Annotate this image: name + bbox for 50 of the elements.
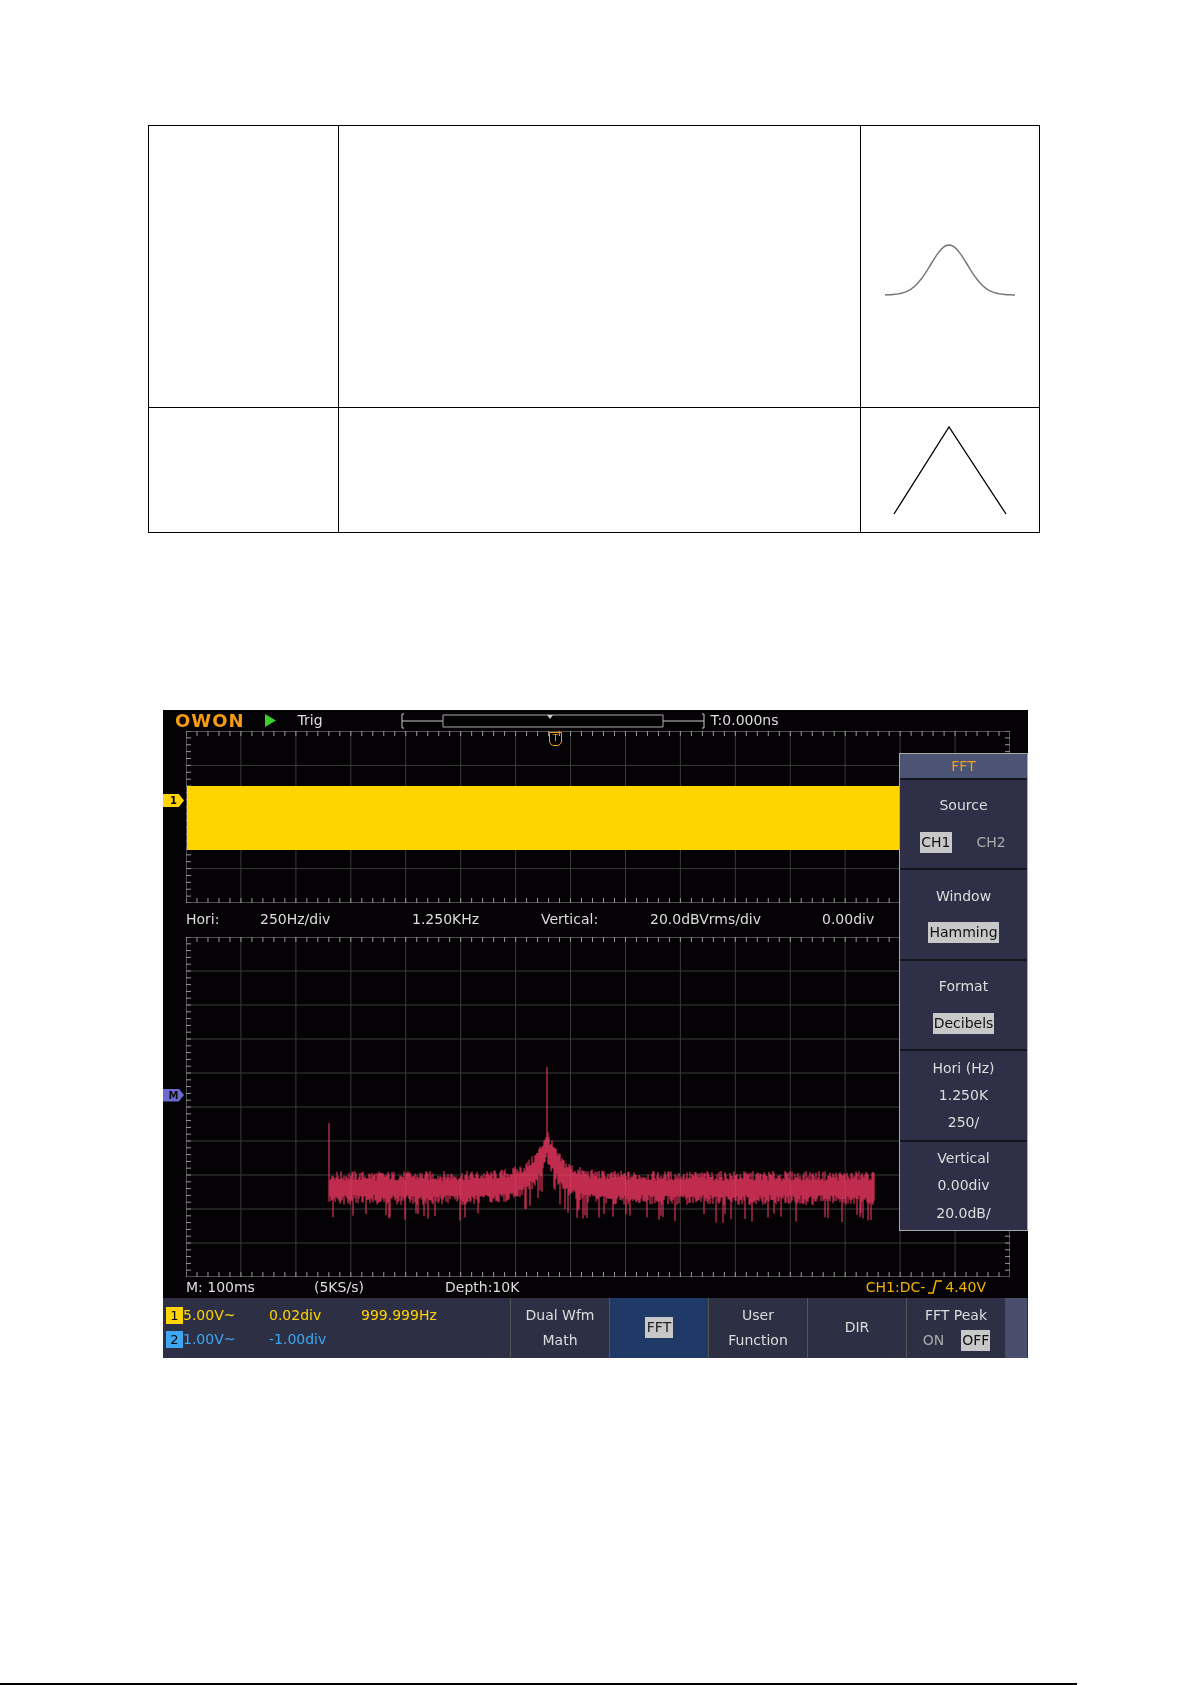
scale-value: 250Hz/div (260, 910, 331, 930)
brand-logo: OWON (175, 711, 245, 730)
trigger-level: 4.40V (945, 1277, 986, 1297)
axis-label: Hori: (186, 910, 220, 930)
menu-item[interactable]: Source CH1 CH2 (900, 778, 1027, 869)
timebase: M: 100ms (186, 1277, 256, 1297)
trigger-marker: T (549, 732, 562, 746)
channel-offset: -1.00div (269, 1330, 328, 1350)
menu-option[interactable]: CH1 (920, 831, 952, 853)
memory-depth: Depth:10K (445, 1277, 520, 1297)
rising-edge-icon (928, 1280, 943, 1295)
softkey-strip (1005, 1297, 1027, 1358)
trigger-info: CH1:DC- (865, 1277, 926, 1297)
menu-value: 0.00div (937, 1176, 990, 1196)
menu-value: 1.250K (938, 1085, 989, 1105)
channel-frequency: 999.999Hz (361, 1306, 437, 1326)
menu-value: 250/ (947, 1113, 980, 1133)
menu-item-title: Hori (Hz) (932, 1058, 995, 1078)
menu-item[interactable]: Format Decibels (900, 958, 1027, 1050)
channel-scale: 1.00V~ (183, 1330, 237, 1350)
menu-item-title: Format (938, 977, 989, 997)
channel-offset: 0.02div (269, 1306, 323, 1326)
menu-item[interactable]: Vertical 0.00div 20.0dB/ (900, 1139, 1027, 1231)
sample-rate: (5KS/s) (314, 1277, 365, 1297)
softkey[interactable]: FFT (609, 1297, 708, 1358)
play-icon (264, 714, 276, 727)
math-marker: M (163, 1088, 184, 1102)
menu-item-title: Window (935, 886, 992, 906)
offset-value: 0.00div (822, 910, 875, 930)
menu-value: 20.0dB/ (936, 1203, 991, 1223)
channel-number: 2 (166, 1331, 183, 1349)
menu-option[interactable]: Hamming (928, 922, 999, 944)
menu-item[interactable]: Hori (Hz) 1.250K 250/ (900, 1049, 1027, 1140)
channel-scale: 5.00V~ (183, 1306, 237, 1326)
toggle-option[interactable]: OFF (961, 1329, 991, 1351)
scale-value: 20.0dBVrms/div (650, 910, 762, 930)
trigger-time: T:0.000ns (710, 711, 779, 730)
run-status: Trig (297, 711, 323, 730)
menu-title: FFT (900, 754, 1027, 778)
center-frequency: 1.250KHz (412, 910, 480, 930)
menu-item[interactable]: Window Hamming (900, 868, 1027, 959)
axis-label: Vertical: (541, 910, 599, 930)
menu-item-title: Vertical (937, 1148, 990, 1168)
menu-item-title: Source (939, 796, 988, 816)
toggle-option[interactable]: ON (921, 1329, 946, 1351)
channel-number: 1 (166, 1307, 183, 1325)
menu-option[interactable]: Decibels (932, 1012, 995, 1034)
softkey-title: FFT Peak (924, 1305, 988, 1325)
channel-marker: 1 (163, 794, 184, 807)
menu-option[interactable]: CH2 (975, 831, 1007, 853)
